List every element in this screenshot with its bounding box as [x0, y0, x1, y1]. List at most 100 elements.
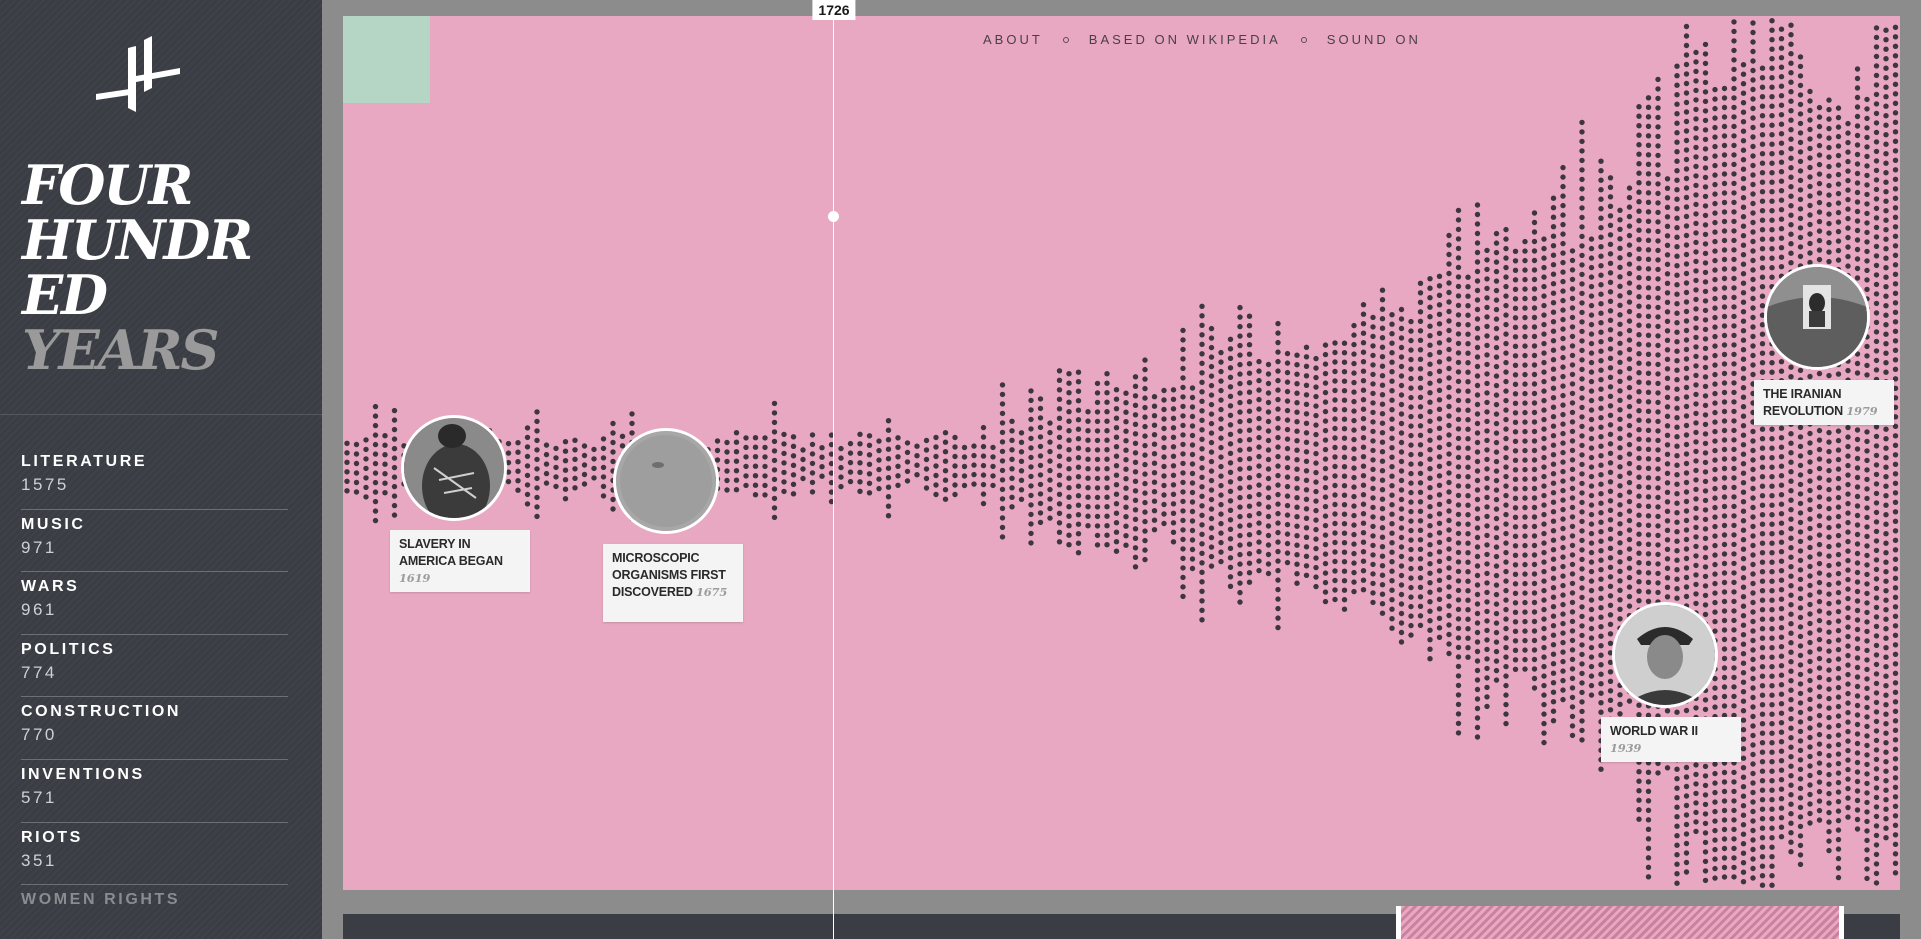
event-dot — [1826, 562, 1832, 569]
category-item-women-rights[interactable]: WOMEN RIGHTS — [21, 885, 288, 939]
event-dot — [1322, 351, 1329, 358]
event-dot — [391, 407, 398, 414]
event-dot — [1503, 616, 1509, 622]
event-dot — [1474, 401, 1481, 408]
event-dot — [1541, 635, 1547, 641]
event-dot — [1417, 385, 1424, 391]
event-dot — [1151, 489, 1158, 495]
event-dot — [1066, 532, 1072, 538]
event-dot — [1664, 518, 1671, 524]
event-dot — [1607, 707, 1614, 713]
event-dot — [1047, 515, 1053, 521]
category-item-literature[interactable]: LITERATURE 1575 — [21, 447, 288, 510]
event-dot — [1883, 816, 1889, 822]
event-dot — [1389, 359, 1395, 365]
event-dot — [1579, 509, 1585, 515]
event-dot — [1560, 468, 1566, 475]
event-dot — [1351, 550, 1357, 557]
event-dot — [1683, 242, 1690, 248]
event-dot — [762, 444, 768, 451]
category-item-politics[interactable]: POLITICS 774 — [21, 635, 288, 698]
event-dot — [391, 502, 398, 509]
event-dot — [1379, 354, 1386, 360]
event-dot — [1769, 825, 1775, 831]
event-dot — [543, 442, 550, 448]
event-dot — [1683, 413, 1690, 419]
event-dot — [1788, 98, 1794, 104]
event-dot — [1750, 713, 1756, 720]
event-dot — [1807, 573, 1813, 579]
category-item-music[interactable]: MUSIC 971 — [21, 510, 288, 573]
event-dot — [1826, 135, 1832, 141]
logo-icon[interactable] — [96, 36, 180, 112]
category-item-inventions[interactable]: INVENTIONS 571 — [21, 760, 288, 823]
event-dot — [1683, 422, 1690, 429]
event-dot — [1560, 639, 1566, 646]
event-dot — [1674, 244, 1680, 250]
event-dot — [1180, 546, 1186, 552]
event-dot — [866, 433, 873, 439]
event-dot — [1750, 314, 1756, 321]
event-dot — [1104, 399, 1110, 405]
event-dot — [1636, 341, 1642, 347]
event-dot — [1218, 463, 1224, 470]
event-dot — [1332, 539, 1338, 546]
event-dot — [1142, 556, 1148, 563]
event-dot — [1607, 583, 1614, 589]
event-dot — [1759, 873, 1766, 879]
event-dot — [1579, 319, 1585, 325]
category-item-construction[interactable]: CONSTRUCTION 770 — [21, 697, 288, 760]
event-dot — [1028, 454, 1034, 461]
category-item-wars[interactable]: WARS 961 — [21, 572, 288, 635]
event-dot — [1161, 463, 1167, 470]
event-dot — [1142, 509, 1148, 515]
event-dot — [1360, 482, 1367, 488]
event-dot — [1731, 465, 1737, 472]
event-dot — [1351, 531, 1357, 538]
event-dot — [1170, 396, 1177, 402]
event-dot — [1854, 104, 1861, 110]
event-dot — [1332, 435, 1338, 441]
event-dot — [1702, 858, 1709, 865]
event-dot — [885, 484, 892, 490]
event-dot — [1807, 250, 1813, 256]
event-dot — [1246, 389, 1253, 395]
event-dot — [1683, 536, 1690, 543]
category-name: CONSTRUCTION — [21, 703, 182, 721]
event-dot — [562, 458, 569, 464]
event-dot — [1797, 149, 1804, 155]
event-dot — [1446, 574, 1452, 581]
event-dot — [1664, 404, 1671, 410]
event-dot — [1854, 683, 1861, 690]
event-dot — [1740, 774, 1747, 780]
event-dot — [1873, 623, 1880, 630]
event-dot — [1816, 171, 1823, 177]
event-dot — [1721, 123, 1728, 130]
event-dot — [1797, 766, 1804, 773]
event-dot — [1712, 181, 1718, 188]
event-dot — [1588, 492, 1595, 499]
event-dot — [1693, 353, 1699, 360]
timeline-stage[interactable]: ABOUT BASED ON WIKIPEDIA SOUND ON SLAVER… — [343, 16, 1900, 890]
event-dot — [1702, 478, 1709, 485]
event-dot — [1569, 352, 1576, 359]
event-dot — [1712, 153, 1718, 159]
event-dot — [1541, 625, 1547, 632]
event-dot — [1550, 471, 1557, 477]
event-dot — [1256, 510, 1262, 517]
category-item-riots[interactable]: RIOTS 351 — [21, 823, 288, 886]
event-dot — [1199, 598, 1205, 604]
event-dot — [1778, 701, 1785, 707]
event-dot — [1056, 539, 1063, 545]
event-dot — [1883, 569, 1889, 575]
event-dot — [1246, 494, 1253, 500]
event-dot — [1759, 265, 1766, 271]
event-dot — [1588, 378, 1595, 385]
event-dot — [1845, 500, 1851, 507]
event-dot — [1389, 502, 1395, 508]
event-dot — [1683, 527, 1690, 533]
event-dot — [1864, 676, 1870, 682]
event-dot — [1835, 703, 1842, 710]
event-dot — [1759, 160, 1766, 166]
event-dot — [1493, 354, 1500, 360]
